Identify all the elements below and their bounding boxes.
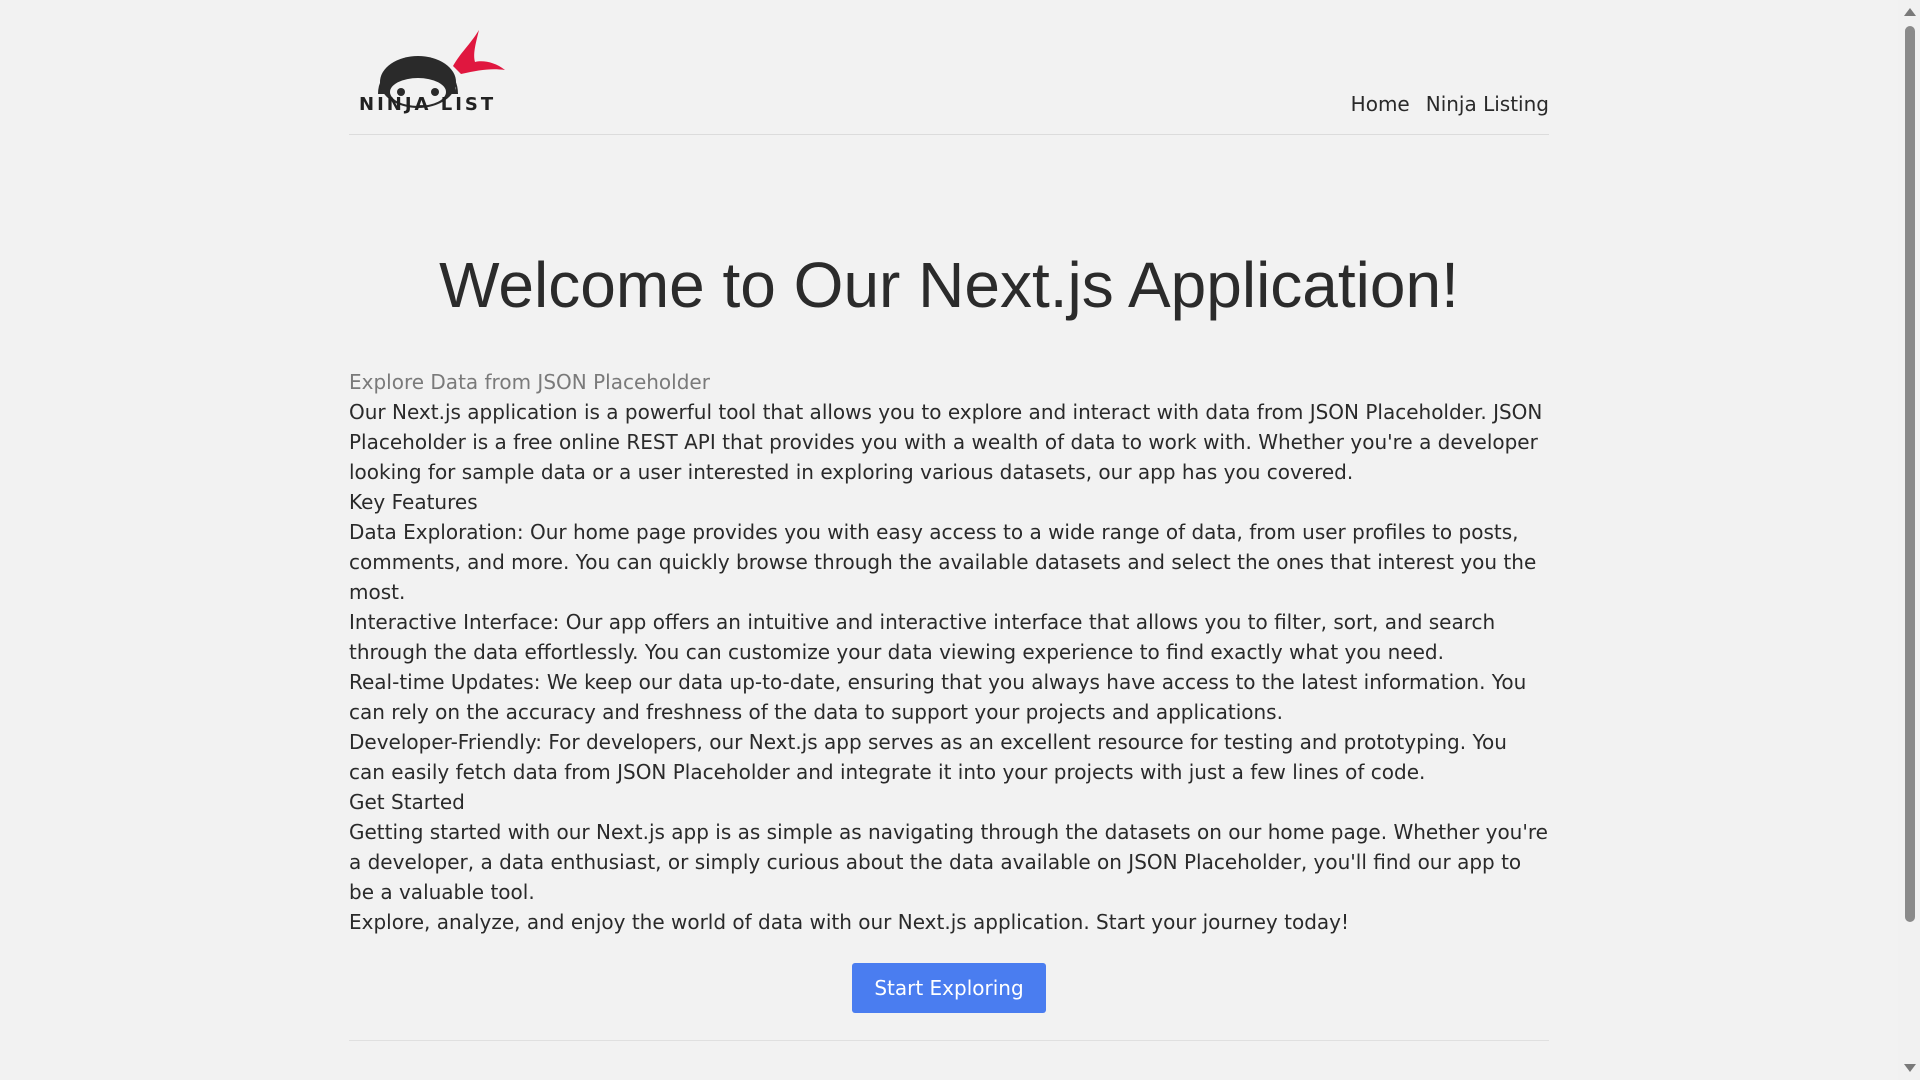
intro-paragraph: Our Next.js application is a powerful to…	[349, 400, 1543, 484]
logo-link[interactable]: NINJA LIST	[357, 26, 507, 118]
logo-text: NINJA LIST	[359, 94, 497, 115]
get-started-heading: Get Started	[349, 790, 465, 814]
nav-home-link[interactable]: Home	[1351, 92, 1410, 116]
page: NINJA LIST Home Ninja Listing Welcome to…	[0, 0, 1898, 1080]
page-title: Welcome to Our Next.js Application!	[439, 249, 1459, 321]
section-subtitle: Explore Data from JSON Placeholder	[349, 370, 710, 394]
main-container: NINJA LIST Home Ninja Listing Welcome to…	[349, 0, 1549, 1041]
navbar: NINJA LIST Home Ninja Listing	[349, 0, 1549, 135]
key-features-heading: Key Features	[349, 490, 478, 514]
nav-ninja-listing-link[interactable]: Ninja Listing	[1426, 92, 1549, 116]
get-started-paragraph: Getting started with our Next.js app is …	[349, 820, 1548, 904]
content-body: Explore Data from JSON Placeholder Our N…	[349, 367, 1549, 937]
footer-divider	[349, 1040, 1549, 1041]
scroll-thumb[interactable]	[1905, 26, 1915, 922]
feature-developer-friendly: Developer-Friendly: For developers, our …	[349, 730, 1507, 784]
main-content: Welcome to Our Next.js Application! Expl…	[349, 247, 1549, 1013]
scroll-up-arrow-icon[interactable]	[1904, 8, 1916, 16]
closing-paragraph: Explore, analyze, and enjoy the world of…	[349, 910, 1349, 934]
feature-interactive-interface: Interactive Interface: Our app offers an…	[349, 610, 1496, 664]
cta-wrapper: Start Exploring	[349, 963, 1549, 1013]
scroll-down-arrow-icon[interactable]	[1904, 1064, 1916, 1072]
main-nav: Home Ninja Listing	[1351, 92, 1549, 116]
feature-realtime-updates: Real-time Updates: We keep our data up-t…	[349, 670, 1527, 724]
start-exploring-button[interactable]: Start Exploring	[852, 963, 1046, 1013]
feature-data-exploration: Data Exploration: Our home page provides…	[349, 520, 1537, 604]
vertical-scrollbar[interactable]	[1898, 0, 1920, 1080]
